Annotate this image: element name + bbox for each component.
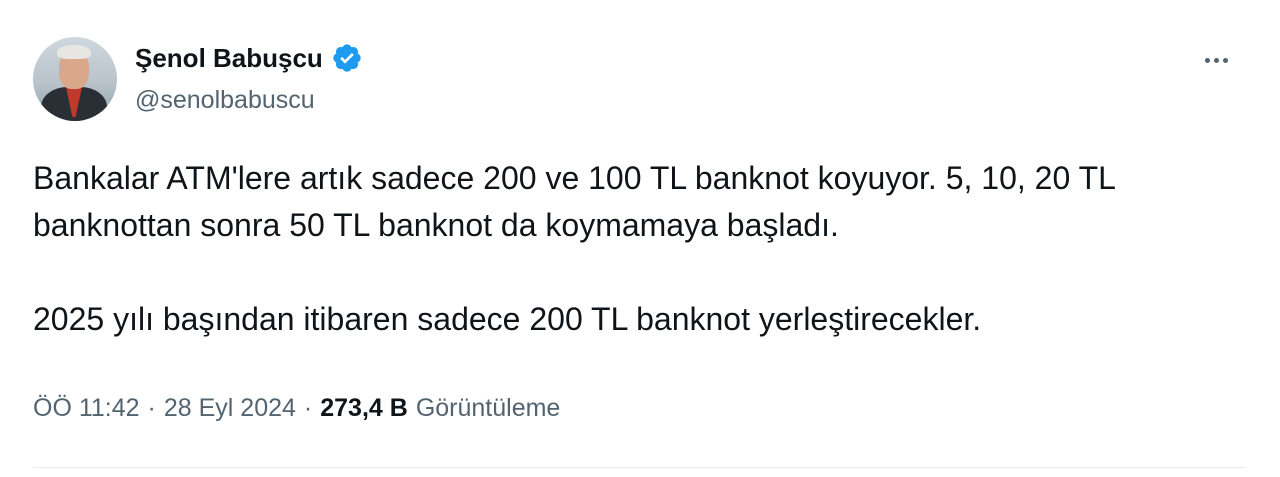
- author-handle[interactable]: @senolbabuscu: [135, 86, 315, 115]
- meta-separator: ·: [303, 394, 313, 422]
- meta-separator: ·: [147, 394, 156, 422]
- avatar-hair-shape: [57, 45, 91, 59]
- avatar[interactable]: [33, 37, 117, 121]
- author-name-row: Şenol Babuşcu: [135, 42, 363, 74]
- more-dot: [1222, 57, 1228, 63]
- views-count: 273,4 B: [320, 394, 408, 422]
- tweet-paragraph-1: Bankalar ATM'lere artık sadece 200 ve 10…: [33, 160, 1115, 243]
- tweet-time[interactable]: ÖÖ 11:42: [33, 394, 140, 423]
- tweet-date[interactable]: 28 Eyl 2024: [164, 394, 296, 423]
- more-options-icon[interactable]: [1196, 42, 1236, 78]
- tweet-meta: ÖÖ 11:42 · 28 Eyl 2024 · 273,4 B Görüntü…: [33, 394, 560, 423]
- views-label: Görüntüleme: [415, 394, 561, 422]
- more-dot: [1204, 57, 1210, 63]
- tweet-text: Bankalar ATM'lere artık sadece 200 ve 10…: [33, 155, 1233, 343]
- verified-badge-icon: [333, 44, 361, 72]
- divider: [33, 467, 1245, 468]
- tweet-card: Şenol Babuşcu @senolbabuscu Bankalar ATM…: [0, 0, 1280, 477]
- author-display-name[interactable]: Şenol Babuşcu: [135, 43, 323, 74]
- more-dot: [1213, 57, 1219, 63]
- tweet-paragraph-2: 2025 yılı başından itibaren sadece 200 T…: [33, 301, 982, 337]
